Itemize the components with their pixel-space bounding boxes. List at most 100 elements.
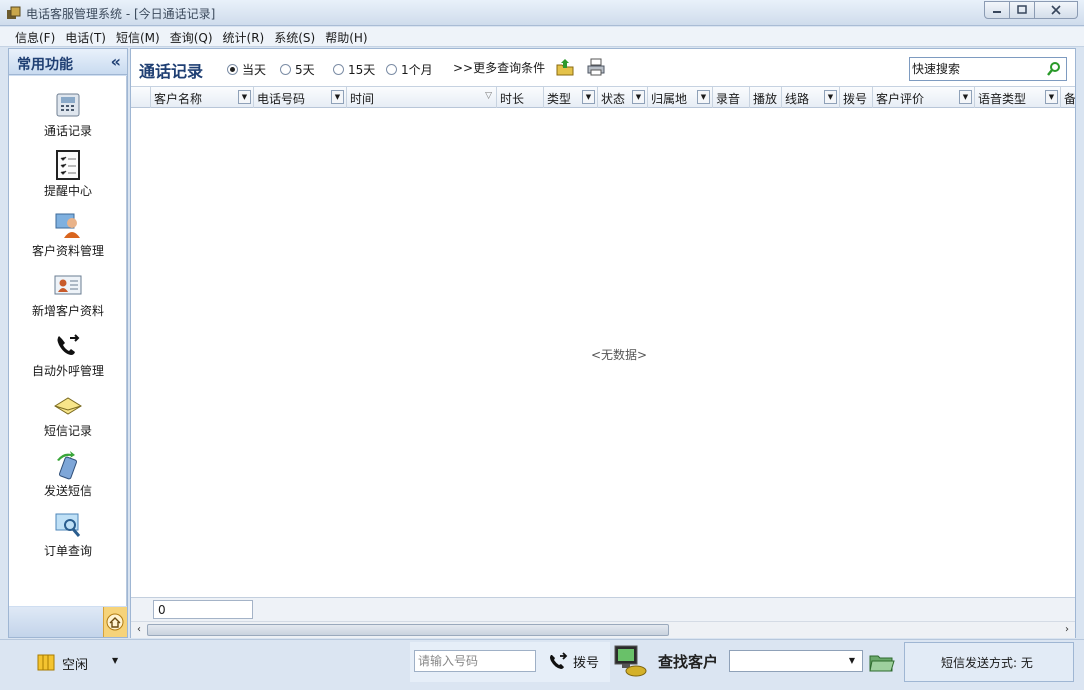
customer-icon bbox=[55, 213, 80, 238]
chevron-down-icon[interactable]: ▼ bbox=[331, 90, 344, 104]
grid-body[interactable]: <无数据> bbox=[131, 108, 1075, 597]
menu-info[interactable]: 信息(F) bbox=[10, 27, 60, 46]
sidebar-item-label: 提醒中心 bbox=[43, 184, 92, 198]
sidebar-item-call-records[interactable]: 通话记录 bbox=[9, 82, 127, 138]
id-card-icon bbox=[54, 275, 82, 295]
minimize-icon bbox=[993, 11, 1001, 13]
line-status-label[interactable]: 空闲 bbox=[62, 654, 88, 673]
line-status-icon[interactable] bbox=[36, 652, 56, 672]
chevron-down-icon[interactable]: ▼ bbox=[824, 90, 837, 104]
range-label: 5天 bbox=[295, 63, 315, 77]
radio-dot bbox=[333, 64, 344, 75]
col-phone-number[interactable]: 电话号码 ▼ bbox=[254, 87, 347, 108]
column-label: 播放 bbox=[753, 92, 778, 106]
home-button[interactable] bbox=[103, 607, 127, 637]
restore-button[interactable] bbox=[1009, 1, 1035, 19]
scroll-thumb[interactable] bbox=[147, 624, 669, 636]
export-icon[interactable] bbox=[555, 57, 575, 77]
column-label: 备 bbox=[1064, 92, 1075, 106]
col-voice-type[interactable]: 语音类型 ▼ bbox=[975, 87, 1061, 108]
sidebar-item-label: 短信记录 bbox=[43, 424, 92, 438]
toolbar: 通话记录 当天 5天 15天 1个月 >>更多查询条件 bbox=[131, 49, 1075, 86]
quick-search-input[interactable] bbox=[912, 61, 1042, 77]
col-customer-name[interactable]: 客户名称 ▼ bbox=[151, 87, 254, 108]
sidebar-item-label: 订单查询 bbox=[43, 544, 92, 558]
menu-query[interactable]: 查询(Q) bbox=[165, 27, 218, 46]
column-label: 状态 bbox=[601, 92, 626, 106]
menu-stats[interactable]: 统计(R) bbox=[218, 27, 270, 46]
col-playback[interactable]: 播放 bbox=[750, 87, 782, 108]
menu-sms[interactable]: 短信(M) bbox=[111, 27, 165, 46]
sidebar-item-order-search[interactable]: 订单查询 bbox=[9, 502, 127, 558]
grid-footer: 0 bbox=[131, 597, 1075, 621]
column-label: 录音 bbox=[716, 92, 741, 106]
column-label: 归属地 bbox=[651, 92, 688, 106]
app-icon bbox=[7, 6, 21, 19]
chevron-down-icon[interactable]: ▼ bbox=[238, 90, 251, 104]
range-label: 15天 bbox=[348, 63, 376, 77]
col-duration[interactable]: 时长 bbox=[497, 87, 544, 108]
sidebar: 常用功能 « 通话记录 提醒中心 客户资料管理 新增客户资料 自动外呼管理 短信… bbox=[8, 48, 128, 638]
scroll-right-icon[interactable]: › bbox=[1060, 624, 1074, 636]
close-icon bbox=[1051, 5, 1061, 15]
col-region[interactable]: 归属地 ▼ bbox=[648, 87, 713, 108]
more-conditions-link[interactable]: >>更多查询条件 bbox=[453, 59, 545, 76]
column-label: 类型 bbox=[547, 92, 572, 106]
chevron-down-icon[interactable]: ▼ bbox=[697, 90, 710, 104]
column-label: 拨号 bbox=[843, 92, 868, 106]
sms-record-icon bbox=[54, 397, 82, 415]
title-bar: 电话客服管理系统 - [今日通话记录] bbox=[0, 0, 1084, 26]
find-customer-label: 查找客户 bbox=[658, 653, 719, 671]
sidebar-title: 常用功能 bbox=[17, 57, 73, 73]
menu-phone[interactable]: 电话(T) bbox=[60, 27, 111, 46]
sidebar-item-label: 发送短信 bbox=[43, 484, 92, 498]
phone-icon bbox=[56, 93, 80, 117]
minimize-button[interactable] bbox=[984, 1, 1010, 19]
open-folder-icon[interactable] bbox=[868, 648, 896, 674]
sidebar-item-customer-manage[interactable]: 客户资料管理 bbox=[9, 202, 127, 258]
menu-system[interactable]: 系统(S) bbox=[269, 27, 320, 46]
col-recording[interactable]: 录音 bbox=[713, 87, 750, 108]
chevron-down-icon[interactable]: ▼ bbox=[1045, 90, 1058, 104]
range-1month-radio[interactable]: 1个月 bbox=[386, 61, 433, 78]
sidebar-item-add-customer[interactable]: 新增客户资料 bbox=[9, 262, 127, 318]
chevron-down-icon[interactable]: ▼ bbox=[844, 653, 860, 669]
find-customer-select[interactable]: ▼ bbox=[729, 650, 863, 672]
radio-dot bbox=[280, 64, 291, 75]
menu-help[interactable]: 帮助(H) bbox=[320, 27, 372, 46]
col-status[interactable]: 状态 ▼ bbox=[598, 87, 648, 108]
col-customer-rating[interactable]: 客户评价 ▼ bbox=[873, 87, 975, 108]
sidebar-item-auto-call[interactable]: 自动外呼管理 bbox=[9, 322, 127, 378]
horizontal-scrollbar[interactable]: ‹ › bbox=[131, 621, 1075, 638]
range-5days-radio[interactable]: 5天 bbox=[280, 61, 315, 78]
range-today-radio[interactable]: 当天 bbox=[227, 61, 266, 78]
chevron-down-icon[interactable]: ▼ bbox=[112, 656, 118, 665]
menu-bar: 信息(F) 电话(T) 短信(M) 查询(Q) 统计(R) 系统(S) 帮助(H… bbox=[0, 27, 1084, 47]
chevron-down-icon[interactable]: ▼ bbox=[582, 90, 595, 104]
status-bar: 空闲 ▼ 拨号 查找客户 ▼ 短信发送方式: 无 bbox=[0, 639, 1084, 690]
search-icon[interactable] bbox=[1046, 61, 1062, 77]
col-time[interactable]: 时间 ▽ bbox=[347, 87, 497, 108]
chevron-down-icon[interactable]: ▼ bbox=[959, 90, 972, 104]
dial-button[interactable]: 拨号 bbox=[548, 650, 599, 672]
sidebar-item-reminders[interactable]: 提醒中心 bbox=[9, 142, 127, 198]
col-type[interactable]: 类型 ▼ bbox=[544, 87, 598, 108]
col-dial[interactable]: 拨号 bbox=[840, 87, 873, 108]
range-label: 1个月 bbox=[401, 63, 433, 77]
send-sms-icon bbox=[57, 451, 77, 480]
close-button[interactable] bbox=[1034, 1, 1078, 19]
scroll-left-icon[interactable]: ‹ bbox=[132, 624, 146, 636]
sidebar-item-send-sms[interactable]: 发送短信 bbox=[9, 442, 127, 498]
home-icon bbox=[106, 613, 124, 631]
range-15days-radio[interactable]: 15天 bbox=[333, 61, 375, 78]
collapse-icon[interactable]: « bbox=[111, 52, 121, 71]
sidebar-item-sms-records[interactable]: 短信记录 bbox=[9, 382, 127, 438]
callout-icon bbox=[57, 334, 80, 355]
print-icon[interactable] bbox=[586, 57, 606, 77]
phone-number-input[interactable] bbox=[414, 650, 536, 672]
col-remark[interactable]: 备 bbox=[1061, 87, 1075, 108]
col-line[interactable]: 线路 ▼ bbox=[782, 87, 840, 108]
checklist-icon bbox=[56, 150, 80, 180]
chevron-down-icon[interactable]: ▼ bbox=[632, 90, 645, 104]
column-label: 语音类型 bbox=[978, 92, 1027, 106]
